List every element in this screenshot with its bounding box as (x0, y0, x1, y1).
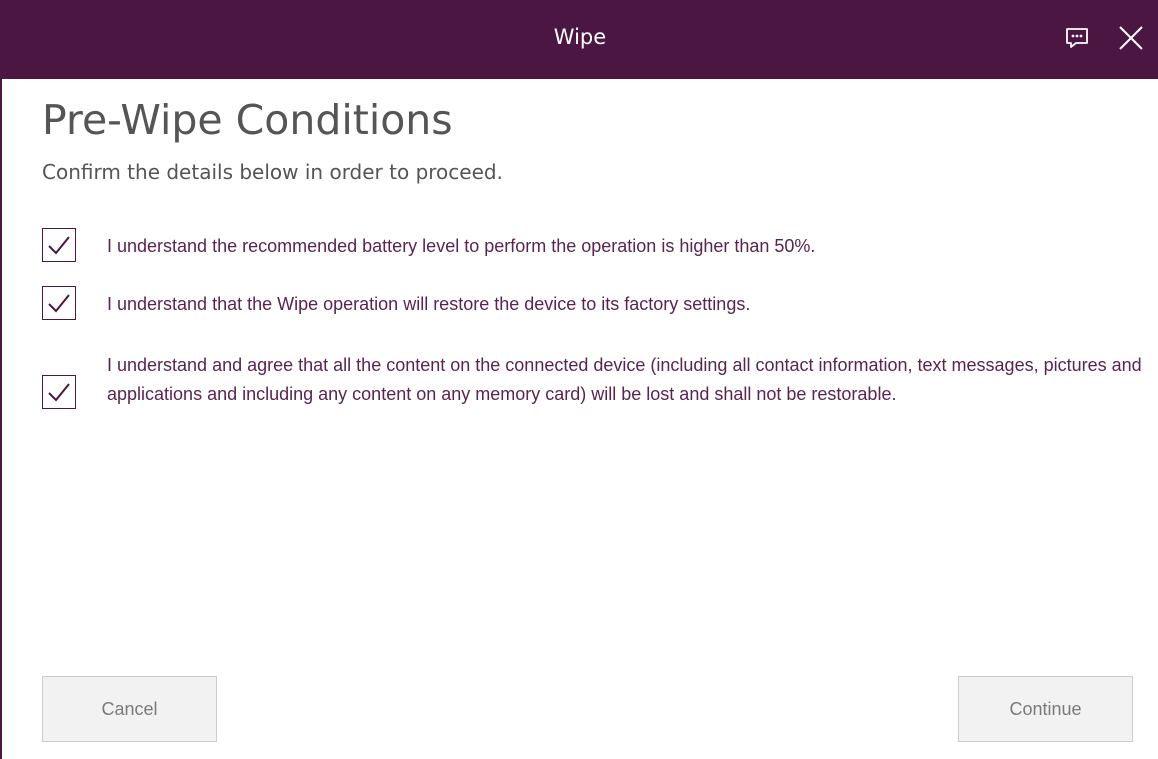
close-icon (1119, 26, 1143, 50)
close-button[interactable] (1115, 22, 1147, 54)
checkmark-icon (48, 294, 70, 313)
title-bar: Wipe (2, 0, 1158, 79)
data-loss-checkbox[interactable] (42, 375, 76, 409)
continue-button[interactable]: Continue (958, 676, 1133, 742)
checkmark-icon (48, 383, 70, 402)
cancel-button[interactable]: Cancel (42, 676, 217, 742)
condition-label: I understand the recommended battery lev… (107, 236, 816, 256)
page-subtitle: Confirm the details below in order to pr… (42, 160, 503, 184)
battery-checkbox[interactable] (42, 228, 76, 262)
wipe-dialog: Wipe Pre-Wipe Conditions Confirm the det… (0, 0, 1158, 759)
page-title: Pre-Wipe Conditions (42, 96, 453, 144)
condition-label: I understand and agree that all the cont… (107, 355, 1142, 404)
factory-reset-checkbox[interactable] (42, 286, 76, 320)
checkmark-icon (48, 236, 70, 255)
feedback-icon (1066, 28, 1088, 48)
condition-label: I understand that the Wipe operation wil… (107, 294, 751, 314)
window-title: Wipe (553, 25, 607, 49)
feedback-button[interactable] (1061, 22, 1093, 54)
